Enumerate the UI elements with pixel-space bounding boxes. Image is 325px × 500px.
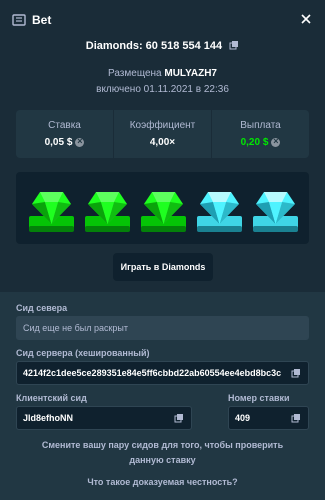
stat-payout: Выплата 0,20 $ — [212, 110, 309, 158]
nonce-field[interactable]: 409 — [228, 406, 309, 430]
placed-by: Размещена MULYAZH7 — [0, 68, 325, 79]
copy-hash-button[interactable] — [284, 362, 308, 384]
server-seed-placeholder: Сид еще не был раскрыт — [23, 323, 128, 333]
game-id-line: Diamonds: 60 518 554 144 — [0, 40, 325, 52]
bet-ticket-icon — [12, 14, 26, 26]
server-hash-label: Сид сервера (хешированный) — [16, 348, 150, 358]
cyan-diamond-icon — [197, 192, 242, 232]
green-diamond-icon — [85, 192, 130, 232]
client-seed-field[interactable]: Jld8efhoNN — [16, 406, 192, 430]
server-seed-label: Сид севера — [16, 303, 68, 313]
stat-payout-label: Выплата — [240, 120, 281, 131]
close-icon[interactable] — [299, 12, 313, 26]
server-hash-field[interactable]: 4214f2c1dee5ce289351e84e5ff6cbbd22ab6055… — [16, 361, 309, 385]
copy-icon — [174, 414, 183, 423]
client-seed-value: Jld8efhoNN — [23, 413, 74, 423]
nonce-label: Номер ставки — [228, 393, 290, 403]
change-seeds-note: Смените вашу пару сидов для того, чтобы … — [41, 440, 284, 465]
provably-fair-link[interactable]: Что такое доказуемая честность? — [0, 477, 325, 487]
gem-tile — [84, 184, 131, 234]
copy-nonce-button[interactable] — [284, 407, 308, 429]
stat-payout-value: 0,20 $ — [241, 136, 281, 148]
gem-tile — [252, 184, 299, 234]
stat-multiplier: Коэффициент 4,00× — [114, 110, 211, 158]
modal-header: Bet — [0, 0, 325, 40]
username-link[interactable]: MULYAZH7 — [164, 68, 217, 79]
nonce-value: 409 — [235, 413, 251, 423]
modal-title: Bet — [32, 13, 52, 27]
stat-bet-value: 0,05 $ — [45, 136, 85, 148]
copy-icon[interactable] — [229, 40, 239, 50]
stat-multiplier-value: 4,00× — [149, 137, 176, 148]
stat-bet-label: Ставка — [48, 120, 81, 131]
gem-tile — [140, 184, 187, 234]
server-seed-field: Сид еще не был раскрыт — [16, 316, 309, 340]
server-hash-value: 4214f2c1dee5ce289351e84e5ff6cbbd22ab6055… — [23, 368, 282, 378]
currency-icon — [75, 136, 85, 147]
diamonds-board — [16, 172, 309, 244]
client-seed-label: Клиентский сид — [16, 393, 87, 403]
copy-icon — [291, 414, 300, 423]
gem-tile — [28, 184, 75, 234]
green-diamond-icon — [141, 192, 186, 232]
green-diamond-icon — [29, 192, 74, 232]
placed-label: Размещена — [108, 68, 162, 79]
gem-tile — [196, 184, 243, 234]
bet-date: включено 01.11.2021 в 22:36 — [96, 84, 229, 95]
stat-multiplier-label: Коэффициент — [129, 120, 196, 131]
bet-stats-panel: Ставка 0,05 $ Коэффициент 4,00× Выплата … — [16, 110, 309, 158]
play-diamonds-button[interactable]: Играть в Diamonds — [113, 253, 213, 281]
copy-icon — [291, 369, 300, 378]
seeds-panel: Сид севера Сид еще не был раскрыт Сид се… — [0, 292, 325, 500]
currency-icon — [271, 136, 281, 147]
cyan-diamond-icon — [253, 192, 298, 232]
game-id: Diamonds: 60 518 554 144 — [85, 40, 223, 52]
copy-client-seed-button[interactable] — [167, 407, 191, 429]
stat-bet: Ставка 0,05 $ — [16, 110, 113, 158]
